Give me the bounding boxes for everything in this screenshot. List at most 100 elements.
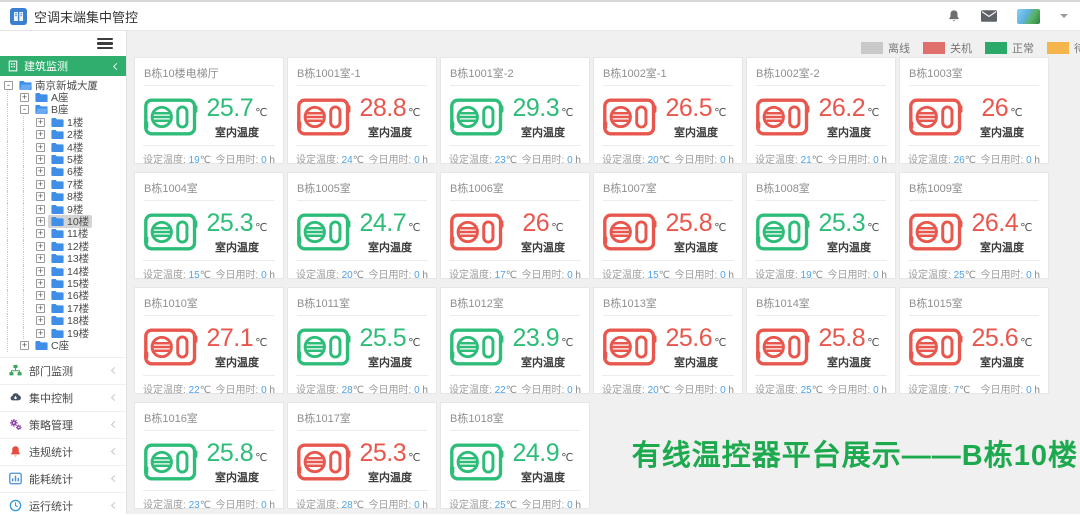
tree-node[interactable]: -B座	[2, 104, 124, 116]
temperature-unit: ℃	[255, 337, 267, 349]
expand-icon[interactable]: +	[36, 192, 45, 201]
hamburger-menu-icon[interactable]	[97, 38, 113, 50]
room-card[interactable]: B栋1017室 25.3℃室内温度设定温度: 28℃今日用时: 0 h	[287, 402, 437, 509]
sidebar-item-sitemap[interactable]: 部门监测	[0, 357, 126, 384]
tree-node[interactable]: +7楼	[2, 178, 124, 190]
room-card[interactable]: B栋1002室-1 26.5℃室内温度设定温度: 20℃今日用时: 0 h	[593, 57, 743, 164]
expand-icon[interactable]: +	[20, 93, 29, 102]
room-card[interactable]: B栋1008室 25.3℃室内温度设定温度: 19℃今日用时: 0 h	[746, 172, 896, 279]
today-usage-label: 今日用时:	[216, 270, 262, 281]
expand-icon[interactable]: +	[36, 316, 45, 325]
room-card[interactable]: B栋10楼电梯厅 25.7℃室内温度设定温度: 19℃今日用时: 0 h	[134, 57, 284, 164]
collapse-icon[interactable]: -	[20, 105, 29, 114]
temperature-unit: ℃	[714, 337, 726, 349]
chevron-left-icon	[111, 475, 118, 482]
room-card[interactable]: B栋1015室 25.6℃室内温度设定温度: 7℃今日用时: 0 h	[899, 287, 1049, 394]
room-card[interactable]: B栋1005室 24.7℃室内温度设定温度: 20℃今日用时: 0 h	[287, 172, 437, 279]
expand-icon[interactable]: +	[36, 229, 45, 238]
room-card[interactable]: B栋1010室 27.1℃室内温度设定温度: 22℃今日用时: 0 h	[134, 287, 284, 394]
tree-guide	[7, 178, 18, 190]
room-card[interactable]: B栋1004室 25.3℃室内温度设定温度: 15℃今日用时: 0 h	[134, 172, 284, 279]
room-card[interactable]: B栋1018室 24.9℃室内温度设定温度: 25℃今日用时: 0 h	[440, 402, 590, 509]
room-card[interactable]: B栋1001室-2 29.3℃室内温度设定温度: 23℃今日用时: 0 h	[440, 57, 590, 164]
expand-icon[interactable]: +	[36, 167, 45, 176]
collapse-icon[interactable]: -	[4, 81, 13, 90]
temperature-unit: ℃	[561, 107, 573, 119]
expand-icon[interactable]: +	[36, 304, 45, 313]
room-card[interactable]: B栋1007室 25.8℃室内温度设定温度: 15℃今日用时: 0 h	[593, 172, 743, 279]
room-card[interactable]: B栋1003室 26℃室内温度设定温度: 26℃今日用时: 0 h	[899, 57, 1049, 164]
expand-icon[interactable]: +	[36, 291, 45, 300]
tree-node[interactable]: +5楼	[2, 153, 124, 165]
expand-icon[interactable]: +	[36, 143, 45, 152]
expand-icon[interactable]: +	[36, 217, 45, 226]
ac-unit-icon	[602, 326, 658, 368]
room-card[interactable]: B栋1009室 26.4℃室内温度设定温度: 25℃今日用时: 0 h	[899, 172, 1049, 279]
folder-icon	[51, 204, 64, 215]
tree-node[interactable]: +6楼	[2, 166, 124, 178]
room-card-footer: 设定温度: 28℃今日用时: 0 h	[296, 490, 428, 511]
room-card[interactable]: B栋1001室-1 28.8℃室内温度设定温度: 24℃今日用时: 0 h	[287, 57, 437, 164]
tree-node[interactable]: +1楼	[2, 116, 124, 128]
tree-node[interactable]: +10楼	[2, 215, 124, 227]
expand-icon[interactable]: +	[36, 180, 45, 189]
today-usage-unit: h	[420, 385, 428, 396]
room-card[interactable]: B栋1012室 23.9℃室内温度设定温度: 22℃今日用时: 0 h	[440, 287, 590, 394]
tree-guide	[7, 141, 18, 153]
tree-node[interactable]: +16楼	[2, 290, 124, 302]
expand-icon[interactable]: +	[36, 118, 45, 127]
user-avatar[interactable]	[1017, 9, 1040, 24]
tree-node[interactable]: +17楼	[2, 302, 124, 314]
folder-icon	[51, 278, 64, 289]
tree-node[interactable]: +9楼	[2, 203, 124, 215]
tree-node[interactable]: +8楼	[2, 191, 124, 203]
expand-icon[interactable]: +	[36, 267, 45, 276]
temperature-unit: ℃	[714, 222, 726, 234]
bell-icon[interactable]	[947, 9, 961, 23]
temperature-line: 23.9℃	[505, 324, 581, 353]
tree-node[interactable]: +12楼	[2, 240, 124, 252]
tree-guide	[7, 215, 18, 227]
temperature-line: 25.8℃	[658, 209, 734, 238]
tree-node[interactable]: +11楼	[2, 228, 124, 240]
room-card-footer: 设定温度: 20℃今日用时: 0 h	[296, 260, 428, 281]
room-card[interactable]: B栋1014室 25.8℃室内温度设定温度: 25℃今日用时: 0 h	[746, 287, 896, 394]
caret-down-icon[interactable]	[1060, 14, 1068, 22]
room-card-body: 25.6℃室内温度	[594, 316, 742, 375]
sidebar-item-building-monitor[interactable]: 建筑监测	[0, 56, 126, 76]
temperature-unit: ℃	[714, 107, 726, 119]
expand-icon[interactable]: +	[36, 329, 45, 338]
tree-node[interactable]: +13楼	[2, 252, 124, 264]
tree-node[interactable]: +15楼	[2, 277, 124, 289]
temperature-block: 25.3℃室内温度	[352, 439, 428, 485]
expand-icon[interactable]: +	[36, 130, 45, 139]
legend-item: 离线	[861, 40, 910, 56]
tree-node[interactable]: +4楼	[2, 141, 124, 153]
room-card[interactable]: B栋1016室 25.8℃室内温度设定温度: 23℃今日用时: 0 h	[134, 402, 284, 509]
temperature-line: 25.8℃	[199, 439, 275, 468]
room-temperature-value: 28.8	[359, 94, 406, 122]
tree-node[interactable]: +14楼	[2, 265, 124, 277]
sidebar-item-label: 建筑监测	[24, 58, 68, 74]
expand-icon[interactable]: +	[36, 242, 45, 251]
tree-node[interactable]: +18楼	[2, 314, 124, 326]
tree-node[interactable]: +C座	[2, 339, 124, 351]
sidebar-item-cloud-download[interactable]: 集中控制	[0, 384, 126, 411]
expand-icon[interactable]: +	[20, 341, 29, 350]
sidebar-item-bar-chart[interactable]: 能耗统计	[0, 465, 126, 492]
set-temperature-unit: ℃	[353, 155, 364, 166]
room-card[interactable]: B栋1006室 26℃室内温度设定温度: 17℃今日用时: 0 h	[440, 172, 590, 279]
expand-icon[interactable]: +	[36, 279, 45, 288]
tree-node[interactable]: +2楼	[2, 129, 124, 141]
sidebar-item-bell[interactable]: 违规统计	[0, 438, 126, 465]
expand-icon[interactable]: +	[36, 155, 45, 164]
room-card[interactable]: B栋1002室-2 26.2℃室内温度设定温度: 21℃今日用时: 0 h	[746, 57, 896, 164]
sidebar-item-gears[interactable]: 策略管理	[0, 411, 126, 438]
sidebar-item-clock[interactable]: 运行统计	[0, 492, 126, 514]
room-card[interactable]: B栋1013室 25.6℃室内温度设定温度: 20℃今日用时: 0 h	[593, 287, 743, 394]
tree-guide	[23, 290, 34, 302]
mail-icon[interactable]	[981, 10, 997, 22]
expand-icon[interactable]: +	[36, 205, 45, 214]
expand-icon[interactable]: +	[36, 254, 45, 263]
room-card[interactable]: B栋1011室 25.5℃室内温度设定温度: 28℃今日用时: 0 h	[287, 287, 437, 394]
